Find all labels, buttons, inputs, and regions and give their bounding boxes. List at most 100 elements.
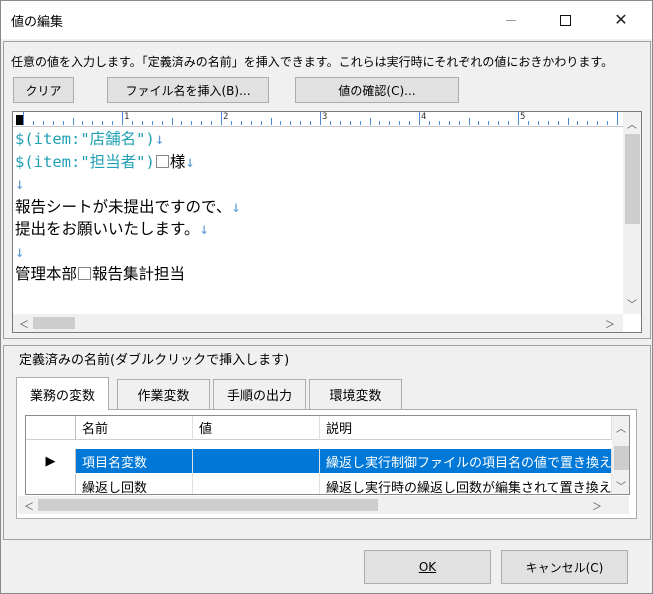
ruler-tick [339, 121, 341, 125]
ruler-tick [171, 118, 173, 125]
ruler-cursor-marker [16, 115, 23, 125]
row-selector-icon[interactable] [26, 474, 76, 494]
close-button[interactable]: ✕ [598, 1, 644, 39]
ruler-tick [141, 121, 143, 125]
ruler-tick [537, 121, 539, 125]
table-horizontal-scrollbar[interactable]: ＜ ＞ [18, 496, 629, 514]
ruler-tick [62, 121, 64, 125]
scroll-down-icon[interactable]: ﹀ [627, 296, 637, 311]
editor-vertical-scrollbar[interactable]: ︿ ﹀ [623, 112, 641, 314]
instruction-text: 任意の値を入力します。「定義済みの名前」を挿入できます。これらは実行時にそれぞれ… [11, 55, 614, 69]
ok-button-label: OK [418, 560, 437, 574]
insert-filename-button[interactable]: ファイル名を挿入(B)... [107, 77, 269, 103]
ok-button[interactable]: OK [364, 550, 491, 584]
maximize-button[interactable] [542, 1, 588, 39]
ruler-tick [181, 121, 183, 125]
variable-text: $(item:"担当者") [15, 152, 155, 171]
defined-names-table: 名前 値 説明 ▶ 項目名変数 繰返し実行制御ファイルの項目名の値で置き換えます… [25, 415, 630, 495]
ruler-tick [527, 121, 529, 125]
tab-business-variables[interactable]: 業務の変数 [16, 377, 109, 410]
column-header-value[interactable]: 値 [193, 416, 320, 440]
editor-line: ↓ [15, 241, 621, 264]
ruler-tick [498, 121, 500, 125]
table-row[interactable]: ▶ 項目名変数 繰返し実行制御ファイルの項目名の値で置き換えます [26, 449, 629, 473]
row-name-cell[interactable]: 項目名変数 [76, 449, 193, 473]
column-ruler: 1 2 3 4 5 [13, 112, 623, 127]
ruler-number: 1 [124, 112, 130, 122]
editor-horizontal-scrollbar[interactable]: ＜ ＞ [13, 314, 623, 332]
column-header-description[interactable]: 説明 [320, 416, 612, 440]
ruler-tick [557, 121, 559, 125]
ruler-tick [458, 121, 460, 125]
minimize-icon [506, 19, 516, 21]
newline-mark: ↓ [231, 197, 241, 216]
ruler-tick [448, 121, 450, 125]
row-description-cell[interactable]: 繰返し実行時の繰返し回数が編集されて置き換えます [320, 474, 612, 494]
minimize-button[interactable] [488, 1, 534, 39]
column-header-name[interactable]: 名前 [76, 416, 193, 440]
value-editor[interactable]: 12345 $(item:"店舗名")↓ $(item:"担当者") 様↓ ↓ 報告シー… [12, 111, 642, 333]
table-horizontal-scroll-thumb[interactable] [38, 499, 378, 511]
ruler-tick [131, 121, 133, 125]
close-icon: ✕ [614, 10, 628, 29]
ruler-tick [230, 121, 232, 125]
confirm-value-button[interactable]: 値の確認(C)... [295, 77, 459, 103]
editor-text: 管理本部 [15, 265, 78, 283]
editor-line: 提出をお願いいたします。↓ [15, 218, 621, 241]
row-value-cell[interactable] [193, 474, 320, 494]
tab-step-output[interactable]: 手順の出力 [213, 379, 306, 409]
row-value-cell[interactable] [193, 449, 320, 473]
table-row[interactable]: 繰返し回数 繰返し実行時の繰返し回数が編集されて置き換えます [26, 474, 629, 494]
ruler-tick [32, 121, 34, 125]
ruler-tick [518, 112, 519, 125]
scroll-up-icon[interactable]: ︿ [616, 420, 626, 435]
ruler-tick [419, 112, 420, 125]
table-vertical-scrollbar[interactable]: ︿ ﹀ [612, 416, 629, 494]
scroll-right-icon[interactable]: ＞ [592, 498, 602, 513]
ruler-tick [349, 121, 351, 125]
newline-mark: ↓ [154, 130, 165, 148]
editor-vertical-scroll-thumb[interactable] [625, 134, 640, 224]
ruler-tick [211, 121, 213, 125]
ruler-tick [240, 121, 242, 125]
defined-names-label: 定義済みの名前(ダブルクリックで挿入します) [17, 349, 292, 368]
ruler-tick [617, 112, 618, 125]
editor-horizontal-scroll-thumb[interactable] [33, 317, 75, 329]
table-vertical-scroll-thumb[interactable] [614, 446, 629, 470]
ruler-tick [478, 121, 480, 125]
ruler-tick [329, 121, 331, 125]
editor-text: 様 [169, 152, 186, 171]
ruler-tick [102, 121, 104, 125]
ruler-tick [280, 121, 282, 125]
ruler-tick [221, 112, 222, 125]
clear-button[interactable]: クリア [13, 77, 74, 103]
row-name-cell[interactable]: 繰返し回数 [76, 474, 193, 494]
ruler-tick [399, 121, 401, 125]
scroll-up-icon[interactable]: ︿ [627, 116, 637, 131]
ruler-tick [82, 121, 84, 125]
ruler-tick [547, 121, 549, 125]
editor-text: 提出をお願いいたします。 [15, 220, 200, 238]
ruler-tick [72, 118, 74, 125]
ruler-tick [151, 121, 153, 125]
scroll-right-icon[interactable]: ＞ [605, 316, 615, 331]
ruler-tick [577, 121, 579, 125]
ruler-tick [260, 121, 262, 125]
scroll-left-icon[interactable]: ＜ [24, 498, 34, 513]
cancel-button[interactable]: キャンセル(C) [501, 550, 628, 584]
tab-work-variables[interactable]: 作業変数 [117, 379, 210, 409]
fullwidth-space-marker [78, 267, 92, 280]
ruler-tick [122, 112, 123, 125]
scroll-down-icon[interactable]: ﹀ [616, 478, 626, 493]
tab-environment-variables[interactable]: 環境変数 [309, 379, 402, 409]
ruler-tick [52, 121, 54, 125]
row-header-corner [26, 416, 76, 440]
ruler-tick [270, 118, 272, 125]
newline-mark: ↓ [199, 220, 209, 238]
row-description-cell[interactable]: 繰返し実行制御ファイルの項目名の値で置き換えます [320, 449, 612, 473]
value-text-area[interactable]: $(item:"店舗名")↓ $(item:"担当者") 様↓ ↓ 報告シートが未提出で… [15, 128, 621, 314]
row-selector-icon[interactable]: ▶ [26, 449, 76, 473]
ruler-tick [488, 121, 490, 125]
ruler-tick [201, 121, 203, 125]
scroll-left-icon[interactable]: ＜ [19, 316, 29, 331]
